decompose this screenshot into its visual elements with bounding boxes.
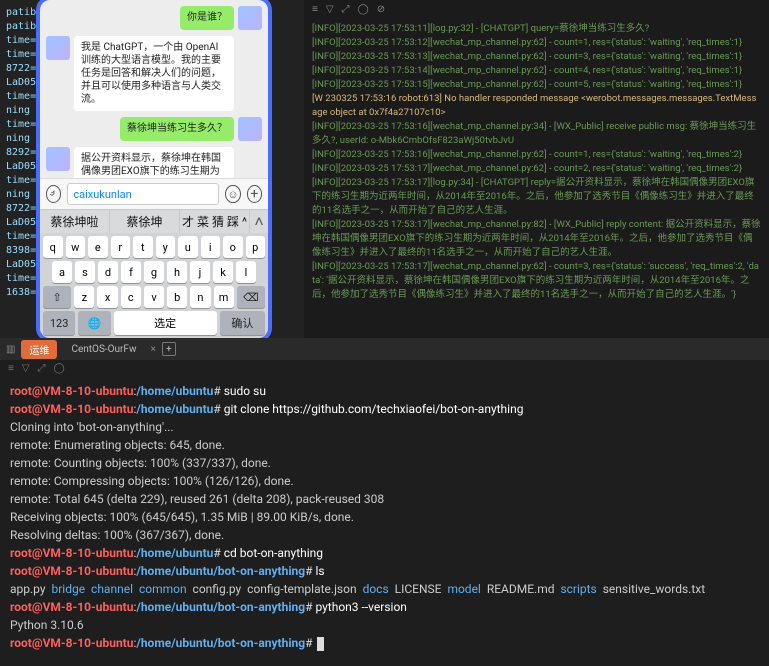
key-o[interactable]: o bbox=[223, 236, 243, 258]
log-line: [INFO][2023-03-25 17:53:15][wechat_mp_ch… bbox=[312, 78, 761, 92]
chat-msg-user: 蔡徐坤当练习生多久？ bbox=[46, 117, 262, 141]
key-q[interactable]: q bbox=[43, 236, 63, 258]
key-g[interactable]: g bbox=[144, 261, 164, 283]
toolbar-icon[interactable]: ⊘ bbox=[377, 4, 385, 15]
ide-left-pane: patible> t initial com patible> time='20… bbox=[0, 0, 304, 338]
toolbar-icon[interactable]: ◯ bbox=[358, 4, 369, 15]
bubble-text: 你是谁？ bbox=[180, 6, 234, 30]
plus-icon[interactable]: + bbox=[247, 185, 262, 203]
key-shift[interactable]: ⇧ bbox=[43, 286, 71, 308]
key-c[interactable]: c bbox=[121, 286, 141, 308]
avatar bbox=[238, 6, 262, 30]
circle-icon[interactable]: ◯ bbox=[54, 363, 65, 374]
key-j[interactable]: j bbox=[190, 261, 210, 283]
key-confirm[interactable]: 确认 bbox=[220, 311, 265, 335]
globe-icon[interactable]: 🌐 bbox=[78, 311, 110, 335]
toolbar-icon[interactable]: ≡ bbox=[312, 4, 318, 15]
key-backspace[interactable]: ⌫ bbox=[237, 286, 265, 308]
log-line: [INFO][2023-03-25 17:53:14][wechat_mp_ch… bbox=[312, 64, 761, 78]
log-line: [INFO][2023-03-25 17:53:17][wechat_mp_ch… bbox=[312, 260, 761, 302]
log-line: [INFO][2023-03-25 17:53:17][wechat_mp_ch… bbox=[312, 162, 761, 176]
terminal-subbar: ≡ ▽ ⤢ ◯ bbox=[0, 360, 769, 376]
terminal-output[interactable]: root@VM-8-10-ubuntu:/home/ubuntu# sudo s… bbox=[0, 376, 769, 666]
toolbar-icon[interactable]: ▽ bbox=[326, 4, 334, 15]
key-s[interactable]: s bbox=[75, 261, 95, 283]
expand-icon[interactable]: ⤢ bbox=[38, 363, 46, 374]
avatar bbox=[238, 117, 262, 141]
key-h[interactable]: h bbox=[167, 261, 187, 283]
log-line: [INFO][2023-03-25 17:53:16][wechat_mp_ch… bbox=[312, 148, 761, 162]
close-icon[interactable]: × bbox=[150, 344, 155, 355]
sidebar-icon[interactable]: ▥ bbox=[6, 344, 15, 355]
key-y[interactable]: y bbox=[156, 236, 176, 258]
bubble-text: 据公开资料显示，蔡徐坤在韩国偶像男团EXO旗下的练习生期为近两年时间，从 201… bbox=[74, 147, 234, 178]
filter-icon[interactable]: ≡ bbox=[8, 363, 14, 374]
ime-candidate[interactable]: 才 菜 猜 踩 ^ bbox=[180, 210, 250, 234]
server-log-output[interactable]: [INFO][2023-03-25 17:53:11][log.py:32] -… bbox=[304, 18, 769, 338]
add-tab-button[interactable]: + bbox=[162, 342, 176, 356]
log-line: [INFO][2023-03-25 17:53:12][wechat_mp_ch… bbox=[312, 36, 761, 50]
voice-icon[interactable] bbox=[46, 185, 61, 203]
key-f[interactable]: f bbox=[121, 261, 141, 283]
key-u[interactable]: u bbox=[178, 236, 198, 258]
log-line: [INFO][2023-03-25 17:53:11][log.py:32] -… bbox=[312, 22, 761, 36]
key-p[interactable]: p bbox=[246, 236, 266, 258]
server-log-pane: ≡ ▽ ⤢ ◯ ⊘ [INFO][2023-03-25 17:53:11][log.py… bbox=[304, 0, 769, 338]
log-line: [W 230325 17:53:16 robot:613] No handler… bbox=[312, 92, 761, 120]
chat-text-input[interactable] bbox=[67, 183, 219, 205]
chat-input-bar: ☺ + bbox=[40, 178, 268, 209]
key-123[interactable]: 123 bbox=[43, 311, 75, 335]
chat-msg-user: 你是谁？ bbox=[46, 6, 262, 30]
soft-keyboard: qwertyuiop asdfghjkl ⇧zxcvbnm⌫ 123 🌐 选定 … bbox=[40, 233, 268, 338]
log-line: [INFO][2023-03-25 17:53:16][wechat_mp_ch… bbox=[312, 120, 761, 148]
emoji-icon[interactable]: ☺ bbox=[225, 185, 240, 203]
key-select[interactable]: 选定 bbox=[114, 311, 217, 335]
key-l[interactable]: l bbox=[236, 261, 256, 283]
bubble-text: 蔡徐坤当练习生多久？ bbox=[120, 117, 234, 141]
key-z[interactable]: z bbox=[74, 286, 94, 308]
log-line: [INFO][2023-03-25 17:53:13][wechat_mp_ch… bbox=[312, 50, 761, 64]
key-d[interactable]: d bbox=[98, 261, 118, 283]
chat-msg-bot: 据公开资料显示，蔡徐坤在韩国偶像男团EXO旗下的练习生期为近两年时间，从 201… bbox=[46, 147, 262, 178]
log-line: [INFO][2023-03-25 17:53:17][wechat_mp_ch… bbox=[312, 218, 761, 260]
key-i[interactable]: i bbox=[201, 236, 221, 258]
avatar bbox=[46, 36, 70, 60]
ime-candidate[interactable]: 蔡徐坤啦 bbox=[40, 210, 110, 234]
terminal-tab-active[interactable]: 运维 bbox=[21, 340, 57, 359]
key-n[interactable]: n bbox=[190, 286, 210, 308]
key-k[interactable]: k bbox=[213, 261, 233, 283]
toolbar-icon[interactable]: ⤢ bbox=[342, 4, 350, 15]
chat-scroll[interactable]: 你是谁？ 我是 ChatGPT，一个由 OpenAI 训练的大型语言模型。我的主… bbox=[40, 0, 268, 178]
log-line: [INFO][2023-03-25 17:53:17][log.py:34] -… bbox=[312, 176, 761, 218]
key-x[interactable]: x bbox=[97, 286, 117, 308]
key-t[interactable]: t bbox=[133, 236, 153, 258]
cursor bbox=[317, 637, 324, 651]
key-b[interactable]: b bbox=[167, 286, 187, 308]
ime-candidate[interactable]: 蔡徐坤 bbox=[110, 210, 180, 234]
wechat-phone-mock: 你是谁？ 我是 ChatGPT，一个由 OpenAI 训练的大型语言模型。我的主… bbox=[36, 0, 272, 338]
ime-candidate-bar: 蔡徐坤啦 蔡徐坤 才 菜 猜 踩 ^ ˄ bbox=[40, 209, 268, 233]
terminal-window: ▥ 运维 CentOS-OurFw × + ≡ ▽ ⤢ ◯ root@VM-8-… bbox=[0, 338, 769, 666]
funnel-icon[interactable]: ▽ bbox=[22, 363, 30, 374]
key-m[interactable]: m bbox=[214, 286, 234, 308]
key-w[interactable]: w bbox=[66, 236, 86, 258]
key-v[interactable]: v bbox=[144, 286, 164, 308]
chevron-up-icon[interactable]: ˄ bbox=[250, 212, 268, 232]
terminal-tab[interactable]: CentOS-OurFw bbox=[63, 342, 144, 357]
terminal-tabbar: ▥ 运维 CentOS-OurFw × + bbox=[0, 338, 769, 360]
chat-msg-bot: 我是 ChatGPT，一个由 OpenAI 训练的大型语言模型。我的主要任务是回… bbox=[46, 36, 262, 111]
log-toolbar: ≡ ▽ ⤢ ◯ ⊘ bbox=[304, 0, 769, 18]
bubble-text: 我是 ChatGPT，一个由 OpenAI 训练的大型语言模型。我的主要任务是回… bbox=[74, 36, 234, 111]
key-r[interactable]: r bbox=[111, 236, 131, 258]
key-e[interactable]: e bbox=[88, 236, 108, 258]
avatar bbox=[46, 147, 70, 171]
key-a[interactable]: a bbox=[52, 261, 72, 283]
